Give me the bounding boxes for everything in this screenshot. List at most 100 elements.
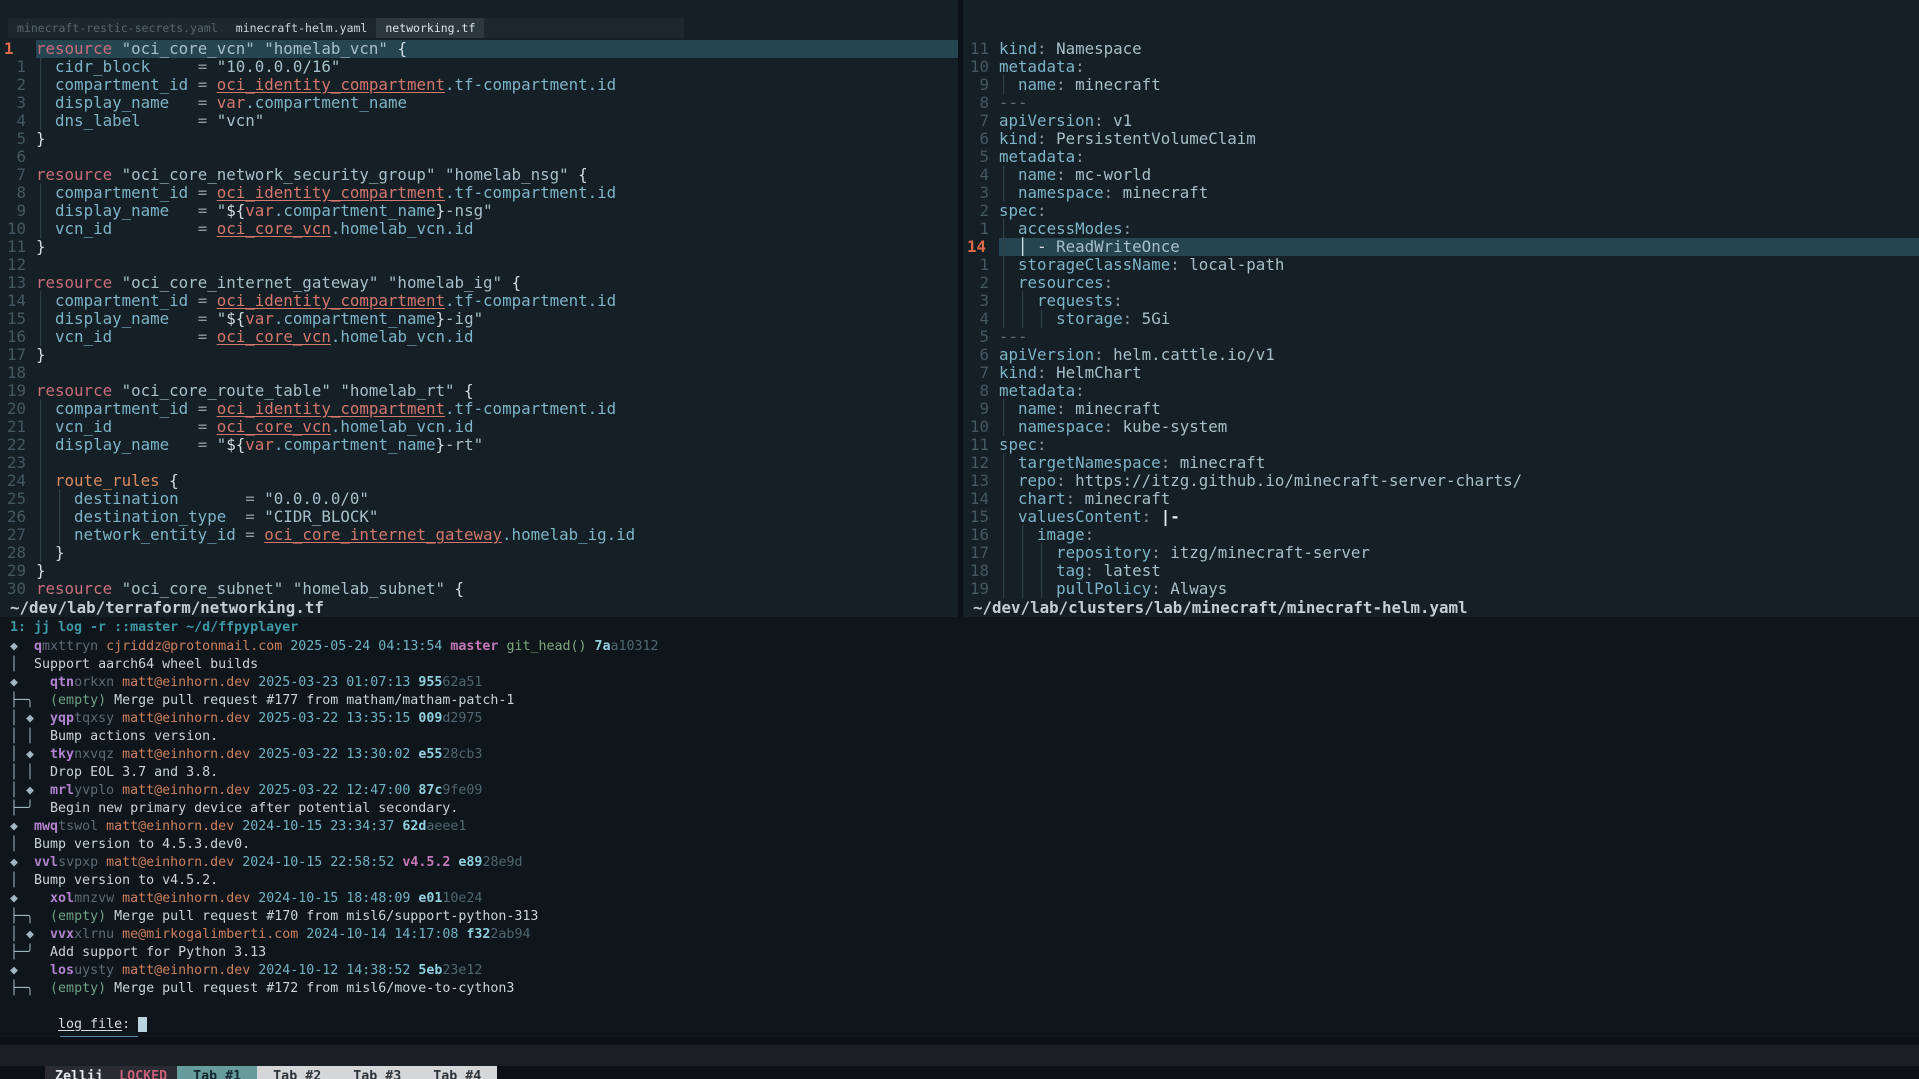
- token: .compartment_name: [274, 435, 436, 454]
- token: [188, 291, 198, 310]
- token: │ │ │: [999, 579, 1056, 598]
- token: {: [455, 579, 465, 598]
- line-number: 6: [963, 130, 999, 148]
- token: requests: [1037, 291, 1113, 310]
- session-name: Zellij: [55, 1069, 103, 1079]
- token: │: [36, 543, 55, 562]
- code-line: 16│ │ image:: [963, 526, 1919, 544]
- line-text: resource "oci_core_subnet" "homelab_subn…: [36, 580, 958, 598]
- token: network_entity_id: [74, 525, 236, 544]
- zellij-tab-tab-3[interactable]: Tab #3: [337, 1066, 417, 1079]
- code-line: 20│ compartment_id = oci_identity_compar…: [0, 400, 958, 418]
- line-number: 8: [963, 94, 999, 112]
- terminal-mode-ribbon[interactable]: Terminal: [60, 1036, 138, 1037]
- buffer-tab-minecraft-restic-secrets.yaml[interactable]: minecraft-restic-secrets.yaml: [8, 18, 227, 38]
- token: [207, 93, 217, 112]
- token: │ │: [999, 525, 1037, 544]
- token: :: [1075, 57, 1085, 76]
- line-number: 12: [0, 256, 36, 274]
- token: │: [999, 75, 1018, 94]
- token: kube-system: [1113, 417, 1227, 436]
- token: matt@einhorn.dev: [106, 855, 234, 870]
- line-text: │ vcn_id = oci_core_vcn.homelab_vcn.id: [36, 328, 958, 346]
- buffer-tab-networking.tf[interactable]: networking.tf: [376, 18, 484, 38]
- code-line: 10│ vcn_id = oci_core_vcn.homelab_vcn.id: [0, 220, 958, 238]
- editor-pane-right[interactable]: 11kind: Namespace10metadata:9│ name: min…: [963, 0, 1919, 617]
- log-line: │ Support aarch64 wheel builds: [10, 656, 1919, 674]
- buffer-tab-minecraft-helm.yaml[interactable]: minecraft-helm.yaml: [227, 18, 377, 38]
- line-number: 5: [963, 148, 999, 166]
- token: -ig": [445, 309, 483, 328]
- token: │: [10, 837, 18, 852]
- token: │: [1018, 237, 1028, 256]
- token: │: [36, 291, 55, 310]
- token: [114, 747, 122, 762]
- log-line: │ Bump version to 4.5.3.dev0.: [10, 836, 1919, 854]
- zellij-tab-tab-2[interactable]: Tab #2: [257, 1066, 337, 1079]
- token: =: [198, 291, 208, 310]
- line-text: │ compartment_id = oci_identity_compartm…: [36, 400, 958, 418]
- code-area-minecraft-helm-yaml[interactable]: 11kind: Namespace10metadata:9│ name: min…: [963, 40, 1919, 598]
- zellij-tabs: Tab #1 Tab #2 Tab #3 Tab #4: [177, 1069, 497, 1079]
- line-number: 5: [0, 130, 36, 148]
- zellij-tab-tab-1[interactable]: Tab #1: [177, 1066, 257, 1079]
- line-text: spec:: [999, 202, 1919, 220]
- token: [188, 183, 198, 202]
- token: │ │ │: [999, 543, 1056, 562]
- token: image: [1037, 525, 1085, 544]
- line-text: spec:: [999, 436, 1919, 454]
- token: [255, 507, 265, 526]
- token: :: [1066, 489, 1076, 508]
- code-line: 30resource "oci_core_subnet" "homelab_su…: [0, 580, 958, 598]
- line-text: kind: HelmChart: [999, 364, 1919, 382]
- token: 28e9d: [482, 855, 522, 870]
- token: oci_core_vcn: [217, 327, 331, 346]
- token: [283, 579, 293, 598]
- line-text: │ display_name = "${var.compartment_name…: [36, 202, 958, 220]
- log-line: │ ◆ mrlyvplo matt@einhorn.dev 2025-03-22…: [10, 782, 1919, 800]
- line-text: }: [36, 346, 958, 364]
- log-line: ├─╮ (empty) Merge pull request #177 from…: [10, 692, 1919, 710]
- line-number: 7: [0, 166, 36, 184]
- token: [236, 525, 246, 544]
- line-number: 1: [0, 58, 36, 76]
- token: =: [245, 489, 255, 508]
- line-text: │ namespace: kube-system: [999, 418, 1919, 436]
- code-line: 1│ accessModes:: [963, 220, 1919, 238]
- token: [98, 819, 106, 834]
- token: [1028, 237, 1038, 256]
- token: │: [999, 417, 1018, 436]
- token: [34, 711, 50, 726]
- token: ◆: [10, 891, 18, 906]
- code-line: 14│ compartment_id = oci_identity_compar…: [0, 292, 958, 310]
- token: [114, 927, 122, 942]
- token: metadata: [999, 57, 1075, 76]
- line-number: 22: [0, 436, 36, 454]
- token: -rt": [445, 435, 483, 454]
- token: 5Gi: [1132, 309, 1170, 328]
- code-line: 17│ │ │ repository: itzg/minecraft-serve…: [963, 544, 1919, 562]
- token: var: [217, 93, 246, 112]
- code-line: 29}: [0, 562, 958, 580]
- token: oci_identity_compartment: [217, 183, 445, 202]
- code-area-networking-tf[interactable]: 1resource "oci_core_vcn" "homelab_vcn" {…: [0, 40, 958, 598]
- zellij-tab-tab-4[interactable]: Tab #4: [417, 1066, 497, 1079]
- token: Namespace: [1047, 39, 1142, 58]
- token: kind: [999, 363, 1037, 382]
- line-number: 16: [0, 328, 36, 346]
- line-text: │ │ requests:: [999, 292, 1919, 310]
- line-number: 20: [0, 400, 36, 418]
- terminal-pane[interactable]: 1: jj log -r ::master ~/d/ffpyplayer ◆ q…: [0, 617, 1919, 1037]
- code-line: 6: [0, 148, 958, 166]
- editor-pane-left[interactable]: minecraft-restic-secrets.yamlminecraft-h…: [0, 0, 958, 617]
- token: -: [1037, 237, 1047, 256]
- token: :: [1123, 219, 1133, 238]
- log-file-prompt[interactable]: log file:: [10, 998, 147, 1016]
- token: =: [198, 111, 208, 130]
- token: spec: [999, 201, 1037, 220]
- token: latest: [1094, 561, 1161, 580]
- token: Add support for Python 3.13: [34, 945, 266, 960]
- line-text: │ repo: https://itzg.github.io/minecraft…: [999, 472, 1919, 490]
- line-number: 29: [0, 562, 36, 580]
- token: ${: [226, 201, 245, 220]
